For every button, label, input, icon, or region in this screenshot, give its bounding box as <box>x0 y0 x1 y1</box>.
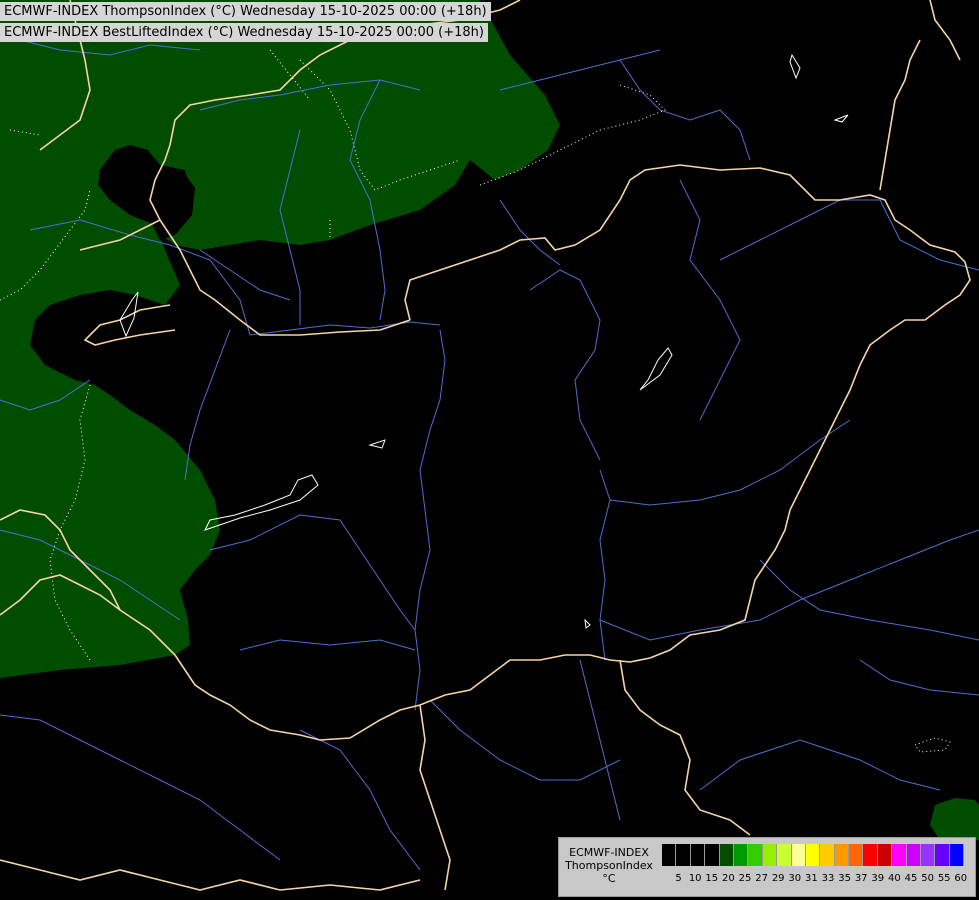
legend-title: ECMWF-INDEX ThompsonIndex °C <box>563 846 655 885</box>
legend-tick-label: 37 <box>854 873 868 884</box>
legend-swatch <box>690 844 706 866</box>
legend-tick-label: 33 <box>821 873 835 884</box>
map-title-lifted: ECMWF-INDEX BestLiftedIndex (°C) Wednesd… <box>0 23 488 42</box>
legend-swatch <box>662 844 677 866</box>
legend-tick-label: 39 <box>871 873 885 884</box>
legend-model: ECMWF-INDEX <box>569 846 649 859</box>
legend-swatch <box>805 844 821 866</box>
legend-swatch <box>705 844 720 866</box>
legend-swatch <box>719 844 734 866</box>
legend-tick-label: 29 <box>771 873 785 884</box>
map-viewer: ECMWF-INDEX ThompsonIndex (°C) Wednesday… <box>0 0 979 900</box>
legend-swatch <box>834 844 850 866</box>
legend-swatch <box>877 844 893 866</box>
legend-swatch <box>863 844 878 866</box>
legend-swatch <box>733 844 749 866</box>
legend-tick-label: 35 <box>838 873 851 884</box>
legend-swatch <box>935 844 950 866</box>
map-title-thompson: ECMWF-INDEX ThompsonIndex (°C) Wednesday… <box>0 2 491 21</box>
legend-swatch <box>906 844 922 866</box>
legend-swatch <box>762 844 778 866</box>
color-legend: ECMWF-INDEX ThompsonIndex °C 5 10 15 20 25 27… <box>558 837 976 897</box>
legend-swatch <box>921 844 936 866</box>
legend-tick-label: 25 <box>738 873 752 884</box>
legend-swatch <box>892 844 907 866</box>
legend-parameter: ThompsonIndex <box>565 859 653 872</box>
legend-tick-label: 30 <box>788 873 802 884</box>
legend-swatches <box>662 844 965 866</box>
legend-tick-label: 31 <box>805 873 818 884</box>
legend-tick-label: 60 <box>954 873 968 884</box>
legend-swatch <box>791 844 806 866</box>
legend-tick-label: 10 <box>688 873 702 884</box>
legend-swatch <box>949 844 965 866</box>
legend-tick-label: 20 <box>722 873 735 884</box>
legend-tick-label: 45 <box>904 873 918 884</box>
legend-tick-label: 27 <box>755 873 768 884</box>
weather-map <box>0 0 979 900</box>
legend-tick-label: 55 <box>937 873 951 884</box>
thompson-index-patch-se <box>930 798 979 840</box>
legend-swatch <box>748 844 763 866</box>
legend-tick-label: 5 <box>675 873 682 884</box>
legend-swatch <box>676 844 691 866</box>
legend-tick-label: 15 <box>705 873 719 884</box>
legend-tick-label: 40 <box>888 873 901 884</box>
legend-swatch <box>777 844 792 866</box>
legend-swatch <box>849 844 864 866</box>
legend-tick-label: 50 <box>921 873 934 884</box>
legend-unit: °C <box>602 872 616 885</box>
legend-swatch <box>820 844 835 866</box>
